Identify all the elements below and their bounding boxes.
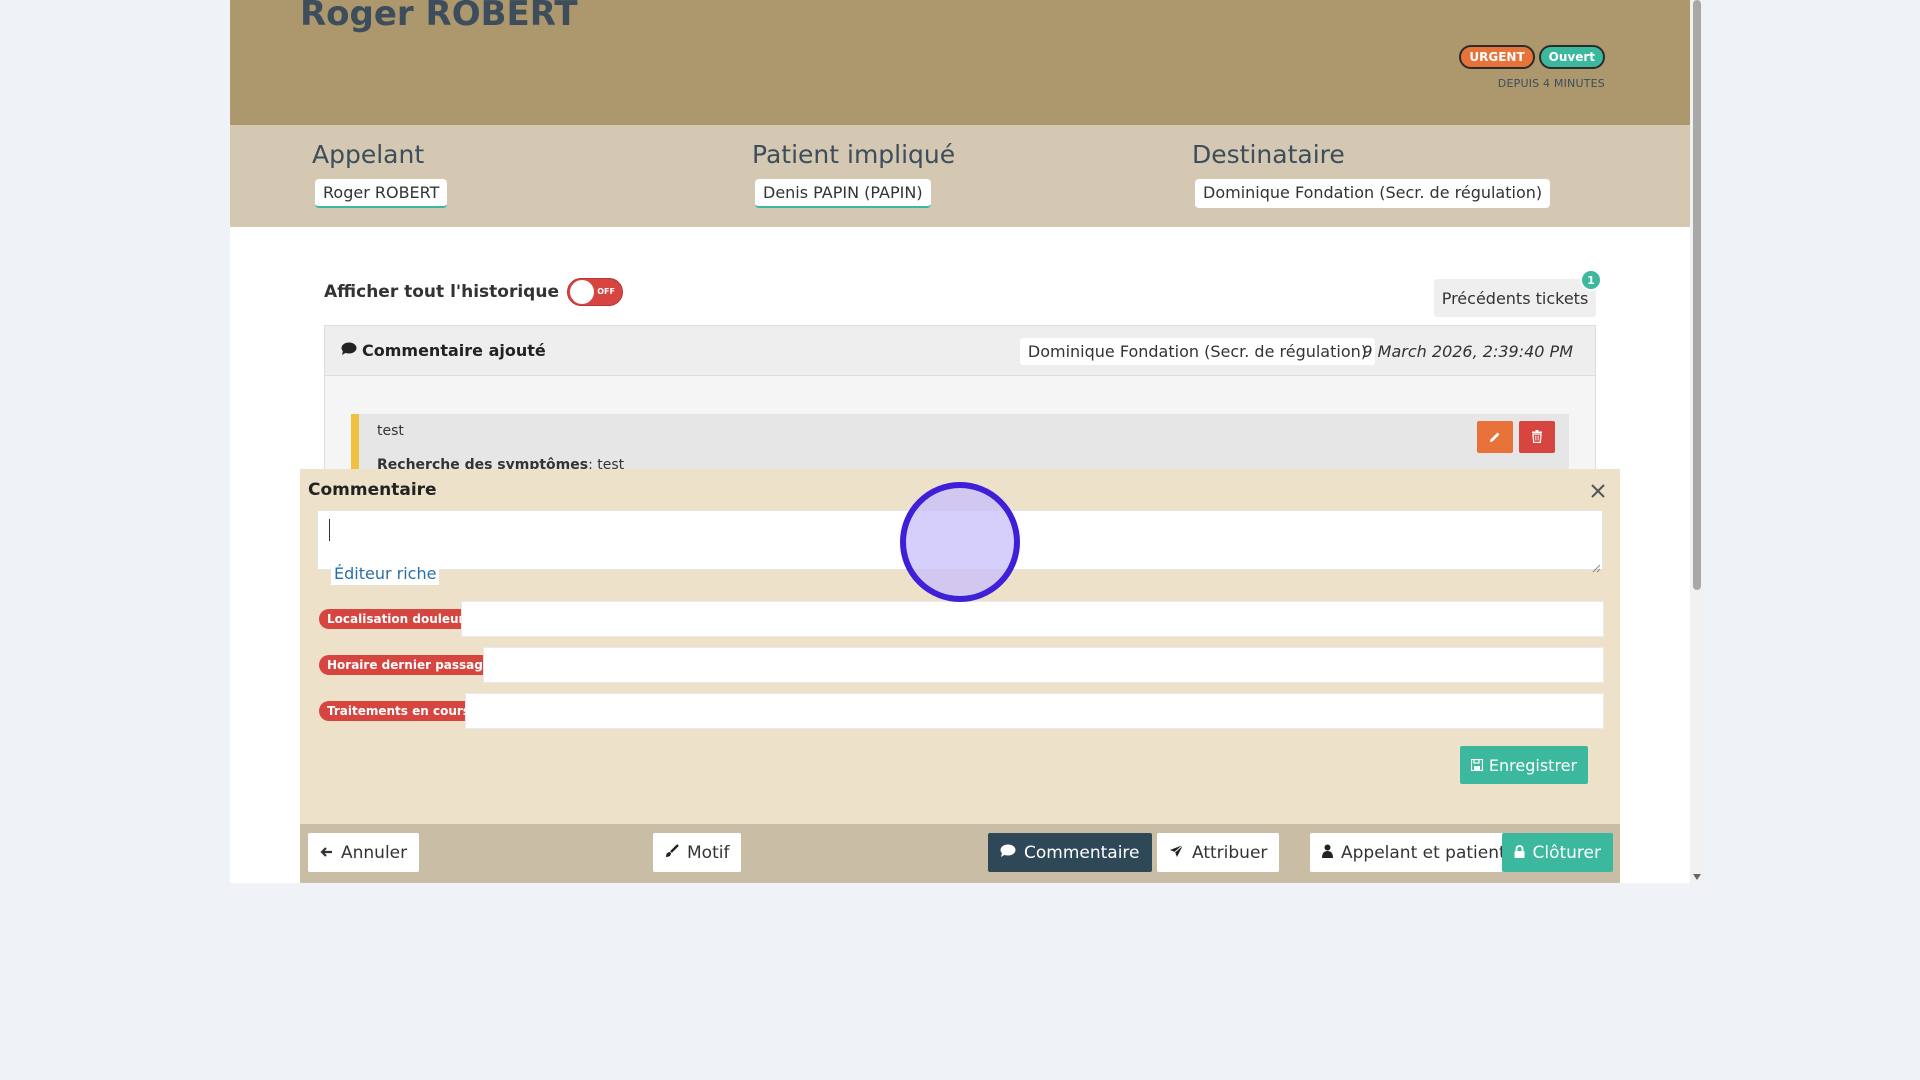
last-visit-time-input[interactable] — [483, 647, 1604, 683]
vertical-scrollbar[interactable] — [1690, 0, 1704, 883]
close-panel-button[interactable] — [1588, 481, 1608, 501]
comment-button-label: Commentaire — [1024, 842, 1140, 863]
entry-title: Commentaire ajouté — [341, 341, 546, 360]
scrollbar-thumb[interactable] — [1693, 0, 1701, 590]
previous-tickets-button[interactable]: Précédents tickets — [1434, 279, 1596, 317]
recipient-heading: Destinataire — [1192, 140, 1345, 169]
recipient-block: Destinataire Dominique Fondation (Secr. … — [1192, 140, 1551, 208]
field-label: Traitements en cours — [319, 701, 478, 721]
toggle-state: OFF — [597, 287, 615, 296]
current-treatments-input[interactable] — [465, 693, 1604, 729]
priority-badge: URGENT — [1459, 45, 1535, 69]
brush-icon — [665, 843, 679, 863]
note-text: test — [377, 423, 404, 439]
rich-editor-link[interactable]: Éditeur riche — [331, 562, 440, 585]
arrow-left-icon — [320, 843, 333, 863]
floppy-disk-icon — [1470, 756, 1484, 775]
history-toggle[interactable]: OFF — [566, 278, 623, 306]
patient-chip[interactable]: Denis PAPIN (PAPIN) — [755, 179, 931, 208]
delete-note-button[interactable] — [1519, 421, 1555, 453]
entry-header: Commentaire ajouté Dominique Fondation (… — [325, 326, 1595, 376]
lock-icon — [1514, 843, 1525, 863]
field-current-treatments: Traitements en cours — [319, 693, 1604, 729]
field-label: Horaire dernier passage — [319, 655, 499, 675]
save-button[interactable]: Enregistrer — [1460, 746, 1588, 784]
paper-plane-icon — [1169, 843, 1184, 863]
cancel-button[interactable]: Annuler — [308, 833, 420, 872]
ticket-header: Roger ROBERT URGENT Ouvert DEPUIS 4 MINU… — [230, 0, 1690, 125]
history-toggle-row: Afficher tout l'historique OFF — [324, 278, 623, 306]
save-label: Enregistrer — [1488, 755, 1578, 775]
entry-title-text: Commentaire ajouté — [362, 341, 546, 360]
elapsed-time: DEPUIS 4 MINUTES — [1497, 77, 1605, 90]
entry-author: Dominique Fondation (Secr. de régulation… — [1019, 338, 1375, 365]
action-bar: Annuler Motif Commentaire Attribuer Appe… — [300, 824, 1620, 883]
history-toggle-label: Afficher tout l'historique — [324, 282, 559, 302]
field-label: Localisation douleur — [319, 609, 473, 629]
pencil-icon — [1489, 428, 1501, 447]
user-icon — [1322, 843, 1333, 863]
close-icon — [1588, 484, 1608, 505]
previous-tickets-count: 1 — [1580, 269, 1602, 291]
caller-heading: Appelant — [312, 140, 425, 169]
recipient-chip[interactable]: Dominique Fondation (Secr. de régulation… — [1195, 179, 1551, 208]
click-indicator — [900, 482, 1020, 602]
status-badges: URGENT Ouvert — [1459, 45, 1605, 69]
comment-button[interactable]: Commentaire — [988, 833, 1152, 872]
caller-patient-label: Appelant et patient(s) — [1341, 842, 1528, 863]
status-badge: Ouvert — [1538, 45, 1605, 69]
pain-location-input[interactable] — [461, 601, 1604, 637]
close-ticket-label: Clôturer — [1532, 842, 1602, 863]
toggle-knob — [569, 280, 594, 304]
cancel-label: Annuler — [341, 842, 408, 863]
motif-label: Motif — [687, 842, 730, 863]
assign-label: Attribuer — [1192, 842, 1268, 863]
comment-panel-title: Commentaire — [308, 480, 437, 500]
text-caret — [329, 519, 330, 541]
close-ticket-button[interactable]: Clôturer — [1501, 833, 1613, 872]
page-title: Roger ROBERT — [300, 0, 578, 34]
patient-heading: Patient impliqué — [752, 140, 956, 169]
comment-icon — [341, 341, 357, 360]
patient-block: Patient impliqué Denis PAPIN (PAPIN) — [752, 140, 955, 208]
motif-button[interactable]: Motif — [653, 833, 742, 872]
caller-block: Appelant Roger ROBERT — [312, 140, 448, 208]
scroll-down-arrow-icon[interactable] — [1693, 874, 1701, 880]
resize-handle-icon[interactable] — [1591, 558, 1601, 573]
comment-icon — [1000, 843, 1016, 863]
parties-section: Appelant Roger ROBERT Patient impliqué D… — [230, 125, 1690, 227]
entry-date: 9 March 2026, 2:39:40 PM — [1362, 342, 1573, 361]
field-last-visit-time: Horaire dernier passage — [319, 647, 1604, 683]
edit-note-button[interactable] — [1477, 421, 1513, 453]
ticket-view: Roger ROBERT URGENT Ouvert DEPUIS 4 MINU… — [230, 0, 1690, 883]
caller-chip[interactable]: Roger ROBERT — [315, 179, 448, 208]
trash-icon — [1531, 428, 1543, 447]
field-pain-location: Localisation douleur — [319, 601, 1604, 637]
assign-button[interactable]: Attribuer — [1157, 833, 1280, 872]
